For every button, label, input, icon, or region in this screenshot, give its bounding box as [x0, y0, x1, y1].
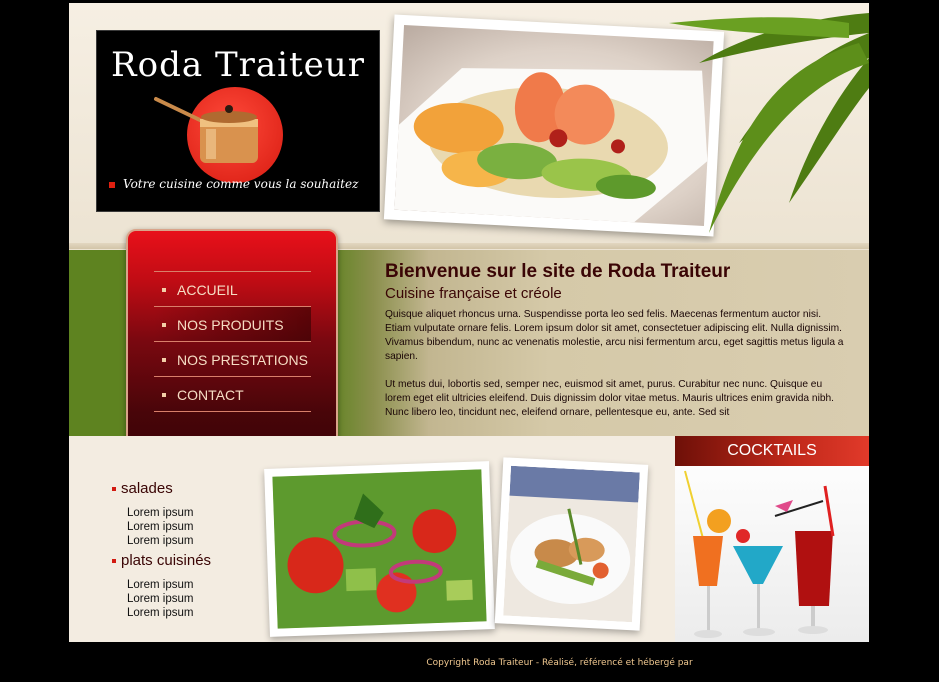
nav-item-accueil[interactable]: ACCUEIL — [154, 271, 311, 306]
bullet-icon — [162, 357, 166, 362]
salades-list: Lorem ipsum Lorem ipsum Lorem ipsum — [127, 506, 193, 548]
nav-item-nos-produits[interactable]: NOS PRODUITS — [154, 306, 311, 341]
bullet-icon — [162, 287, 166, 292]
main-navigation: ACCUEIL NOS PRODUITS NOS PRESTATIONS CON… — [126, 229, 338, 461]
bullet-icon — [112, 559, 116, 564]
page-subtitle: Cuisine française et créole — [385, 285, 562, 302]
dish-photo — [494, 457, 649, 631]
bullet-icon — [162, 322, 166, 327]
cooked-dish-image — [503, 465, 640, 623]
footer: Copyright Roda Traiteur - Réalisé, référ… — [0, 652, 939, 670]
header: Roda Traiteur Votre cuisine comme vous l… — [69, 3, 869, 250]
list-item[interactable]: Lorem ipsum — [127, 606, 193, 620]
nav-label: NOS PRODUITS — [177, 317, 284, 333]
page-title: Bienvenue sur le site de Roda Traiteur — [385, 261, 731, 282]
plats-list: Lorem ipsum Lorem ipsum Lorem ipsum — [127, 578, 193, 620]
nav-label: NOS PRESTATIONS — [177, 352, 308, 368]
page: Roda Traiteur Votre cuisine comme vous l… — [69, 3, 869, 642]
welcome-section: Bienvenue sur le site de Roda Traiteur C… — [385, 261, 845, 420]
bullet-icon — [112, 487, 116, 492]
saucepan-icon — [154, 97, 258, 163]
nav-label: ACCUEIL — [177, 282, 238, 298]
nav-label: CONTACT — [177, 387, 244, 403]
tagline-text: Votre cuisine comme vous la souhaitez — [123, 177, 359, 191]
tomato-salad-image — [272, 469, 487, 629]
list-item[interactable]: Lorem ipsum — [127, 506, 193, 520]
nav-item-nos-prestations[interactable]: NOS PRESTATIONS — [154, 341, 311, 376]
footer-text: Copyright Roda Traiteur - Réalisé, référ… — [426, 658, 693, 668]
salad-photo — [264, 461, 495, 637]
palm-leaf-icon — [669, 13, 869, 233]
category-plats-cuisines[interactable]: plats cuisinés — [112, 552, 211, 569]
category-title: plats cuisinés — [121, 552, 212, 569]
intro-paragraph: Quisque aliquet rhoncus urna. Suspendiss… — [385, 309, 844, 362]
nav-item-contact[interactable]: CONTACT — [154, 376, 311, 411]
logo-title: Roda Traiteur — [111, 45, 365, 85]
list-item[interactable]: Lorem ipsum — [127, 592, 193, 606]
second-paragraph: Ut metus dui, lobortis sed, semper nec, … — [385, 379, 835, 418]
cocktails-image — [675, 466, 869, 642]
nav-divider — [154, 411, 311, 412]
list-item[interactable]: Lorem ipsum — [127, 520, 193, 534]
category-salades[interactable]: salades — [112, 480, 173, 497]
list-item[interactable]: Lorem ipsum — [127, 578, 193, 592]
category-title: salades — [121, 480, 173, 497]
logo-tagline: Votre cuisine comme vous la souhaitez — [109, 177, 379, 191]
cocktails-header[interactable]: COCKTAILS — [675, 436, 869, 466]
bullet-icon — [162, 392, 166, 397]
list-item[interactable]: Lorem ipsum — [127, 534, 193, 548]
logo[interactable]: Roda Traiteur Votre cuisine comme vous l… — [96, 30, 380, 212]
